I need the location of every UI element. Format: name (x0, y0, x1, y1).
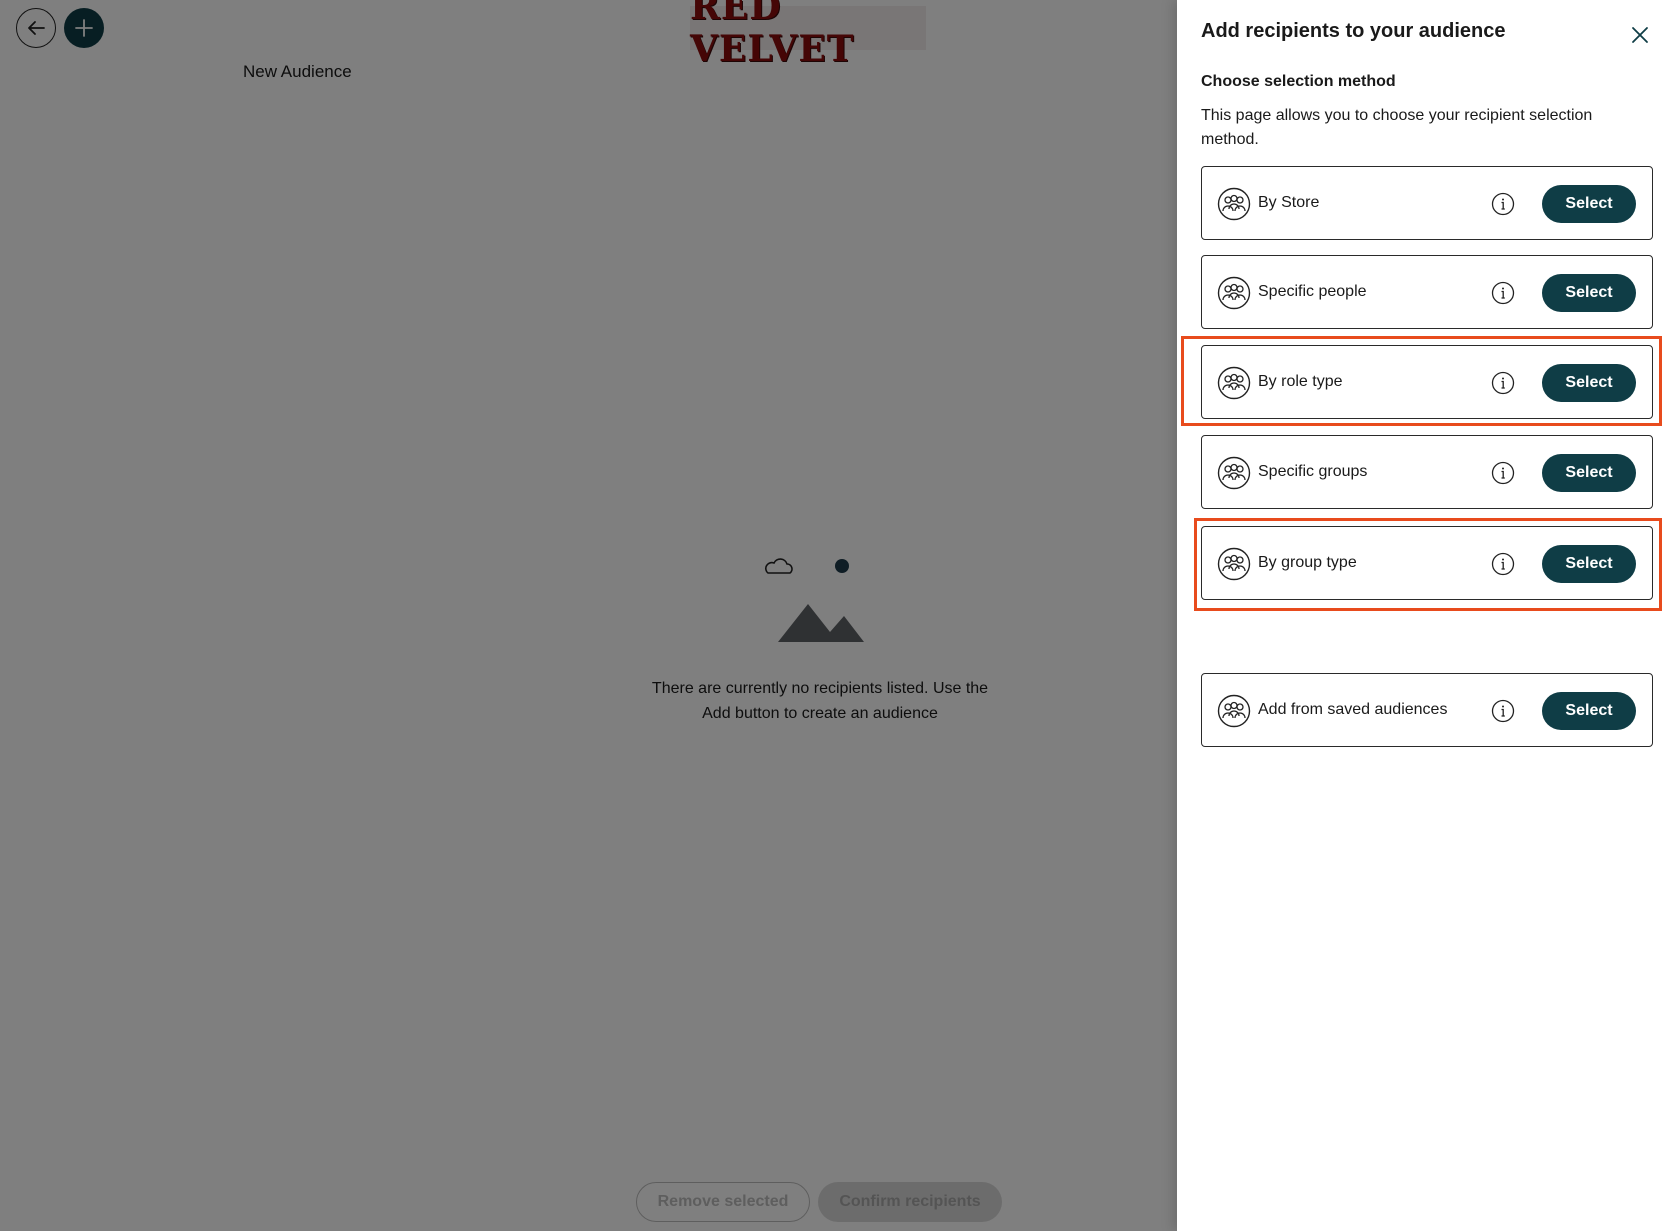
panel-title: Add recipients to your audience (1201, 20, 1506, 42)
people-group-icon (1217, 276, 1251, 310)
option-card-saved-audiences: Add from saved audiences Select (1201, 673, 1653, 747)
select-button-specific-groups[interactable]: Select (1542, 454, 1636, 492)
people-group-icon (1217, 694, 1251, 728)
info-icon[interactable] (1491, 552, 1515, 576)
people-group-icon (1217, 456, 1251, 490)
people-group-icon (1217, 187, 1251, 221)
option-card-specific-groups: Specific groups Select (1201, 435, 1653, 509)
select-button-by-store[interactable]: Select (1542, 185, 1636, 223)
option-label: Add from saved audiences (1258, 701, 1448, 718)
option-label: Specific people (1258, 283, 1367, 300)
info-icon[interactable] (1491, 192, 1515, 216)
info-icon[interactable] (1491, 371, 1515, 395)
select-button-by-role-type[interactable]: Select (1542, 364, 1636, 402)
close-icon (1632, 27, 1648, 43)
option-card-by-store: By Store Select (1201, 166, 1653, 240)
info-icon[interactable] (1491, 461, 1515, 485)
select-button-specific-people[interactable]: Select (1542, 274, 1636, 312)
select-button-by-group-type[interactable]: Select (1542, 545, 1636, 583)
option-card-specific-people: Specific people Select (1201, 255, 1653, 329)
people-group-icon (1217, 547, 1251, 581)
option-label: Specific groups (1258, 463, 1368, 480)
option-label: By group type (1258, 554, 1357, 571)
option-card-by-group-type: By group type Select (1201, 526, 1653, 600)
select-button-saved-audiences[interactable]: Select (1542, 692, 1636, 730)
option-card-by-role-type: By role type Select (1201, 345, 1653, 419)
option-label: By role type (1258, 373, 1343, 390)
close-button[interactable] (1629, 24, 1651, 46)
option-label: By Store (1258, 194, 1320, 211)
info-icon[interactable] (1491, 699, 1515, 723)
section-description: This page allows you to choose your reci… (1201, 107, 1593, 148)
section-heading: Choose selection method (1201, 73, 1396, 90)
info-icon[interactable] (1491, 281, 1515, 305)
people-group-icon (1217, 366, 1251, 400)
add-recipients-panel: Add recipients to your audience Choose s… (1177, 0, 1670, 1231)
